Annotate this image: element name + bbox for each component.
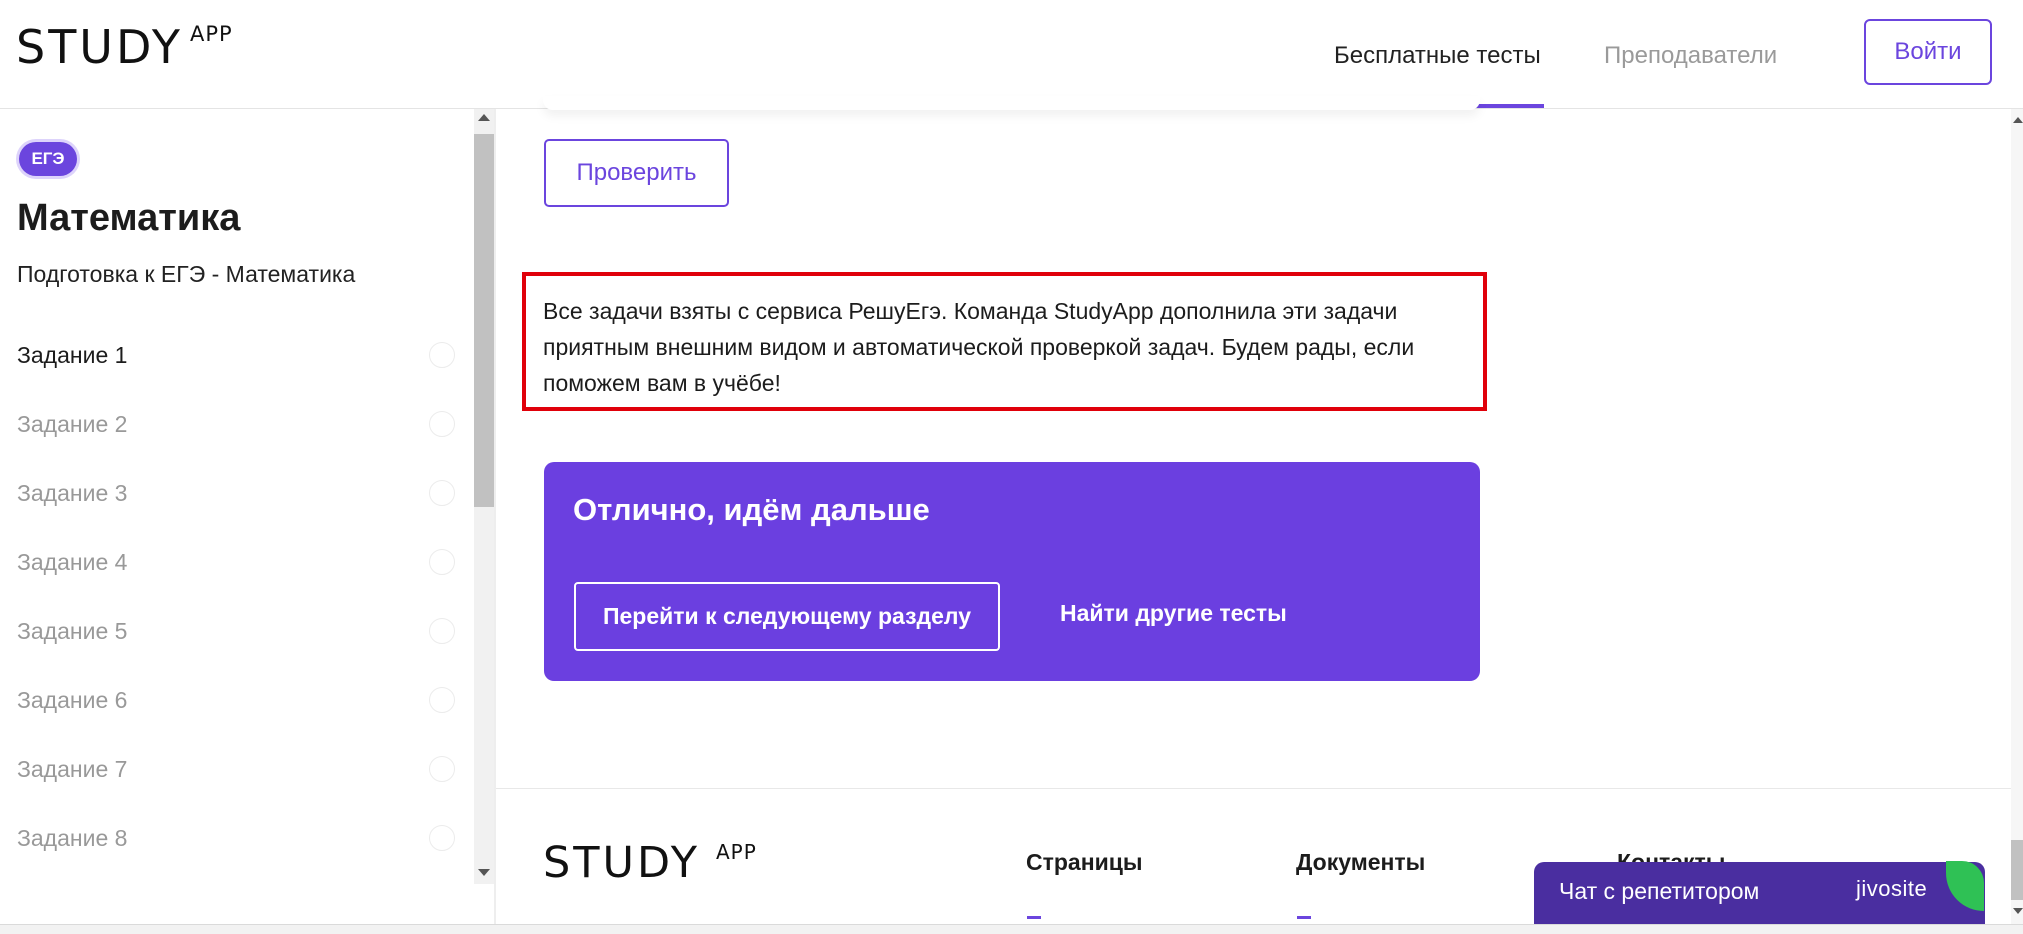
- sidebar-task-item[interactable]: Задание 6: [17, 680, 457, 720]
- footer-heading-pages: Страницы: [1026, 849, 1143, 875]
- page-scrollbar-track[interactable]: [2011, 109, 2023, 924]
- page-scrollbar-thumb[interactable]: [2011, 840, 2023, 900]
- task-status-circle: [429, 549, 455, 575]
- task-status-circle: [429, 411, 455, 437]
- sidebar: ЕГЭ Математика Подготовка к ЕГЭ - Матема…: [0, 109, 474, 924]
- question-card-edge: [543, 96, 1480, 110]
- scroll-down-arrow-icon[interactable]: [2013, 908, 2023, 914]
- sidebar-task-item[interactable]: Задание 4: [17, 542, 457, 582]
- logo[interactable]: STUDY: [16, 24, 183, 70]
- logo-superscript: APP: [190, 22, 233, 46]
- sidebar-task-item[interactable]: Задание 3: [17, 473, 457, 513]
- next-section-button[interactable]: Перейти к следующему разделу: [574, 582, 1000, 651]
- check-button[interactable]: Проверить: [544, 139, 729, 207]
- task-label: Задание 6: [17, 686, 128, 713]
- nav-teachers[interactable]: Преподаватели: [1604, 42, 1777, 70]
- scroll-down-arrow-icon[interactable]: [478, 869, 490, 876]
- footer-logo-superscript: APP: [716, 840, 757, 864]
- sidebar-task-item[interactable]: Задание 8: [17, 818, 457, 858]
- task-label: Задание 3: [17, 479, 128, 506]
- next-panel-title: Отлично, идём дальше: [573, 492, 930, 527]
- sidebar-task-item[interactable]: Задание 5: [17, 611, 457, 651]
- task-status-circle: [429, 687, 455, 713]
- task-label: Задание 4: [17, 548, 128, 575]
- sidebar-task-item[interactable]: Задание 1: [17, 335, 457, 375]
- scroll-up-arrow-icon[interactable]: [478, 114, 490, 121]
- chat-widget-label[interactable]: Чат с репетитором: [1559, 878, 1759, 905]
- sidebar-task-item[interactable]: Задание 7: [17, 749, 457, 789]
- task-label: Задание 5: [17, 617, 128, 644]
- exam-badge: ЕГЭ: [19, 142, 77, 176]
- task-status-circle: [429, 342, 455, 368]
- sidebar-scrollbar-thumb[interactable]: [474, 134, 494, 507]
- notice-text: Все задачи взяты с сервиса РешуЕгэ. Кома…: [543, 298, 1415, 396]
- task-status-circle: [429, 618, 455, 644]
- task-status-circle: [429, 756, 455, 782]
- task-status-circle: [429, 825, 455, 851]
- task-label: Задание 2: [17, 410, 128, 437]
- task-label: Задание 1: [17, 341, 128, 368]
- scroll-up-arrow-icon[interactable]: [2013, 117, 2023, 123]
- footer-logo[interactable]: STUDY: [543, 842, 700, 885]
- subject-title: Математика: [17, 197, 241, 239]
- subject-subtitle: Подготовка к ЕГЭ - Математика: [17, 261, 356, 287]
- login-button[interactable]: Войти: [1864, 19, 1992, 85]
- footer-heading-documents: Документы: [1296, 849, 1426, 875]
- jivosite-logo: jivosite: [1856, 876, 1928, 901]
- footer-link[interactable]: [1027, 916, 1041, 919]
- task-status-circle: [429, 480, 455, 506]
- footer-link[interactable]: [1297, 916, 1311, 919]
- find-other-tests-link[interactable]: Найти другие тесты: [1060, 600, 1287, 627]
- sidebar-task-item[interactable]: Задание 2: [17, 404, 457, 444]
- task-label: Задание 7: [17, 755, 128, 782]
- task-label: Задание 8: [17, 824, 128, 851]
- nav-free-tests[interactable]: Бесплатные тесты: [1334, 42, 1541, 70]
